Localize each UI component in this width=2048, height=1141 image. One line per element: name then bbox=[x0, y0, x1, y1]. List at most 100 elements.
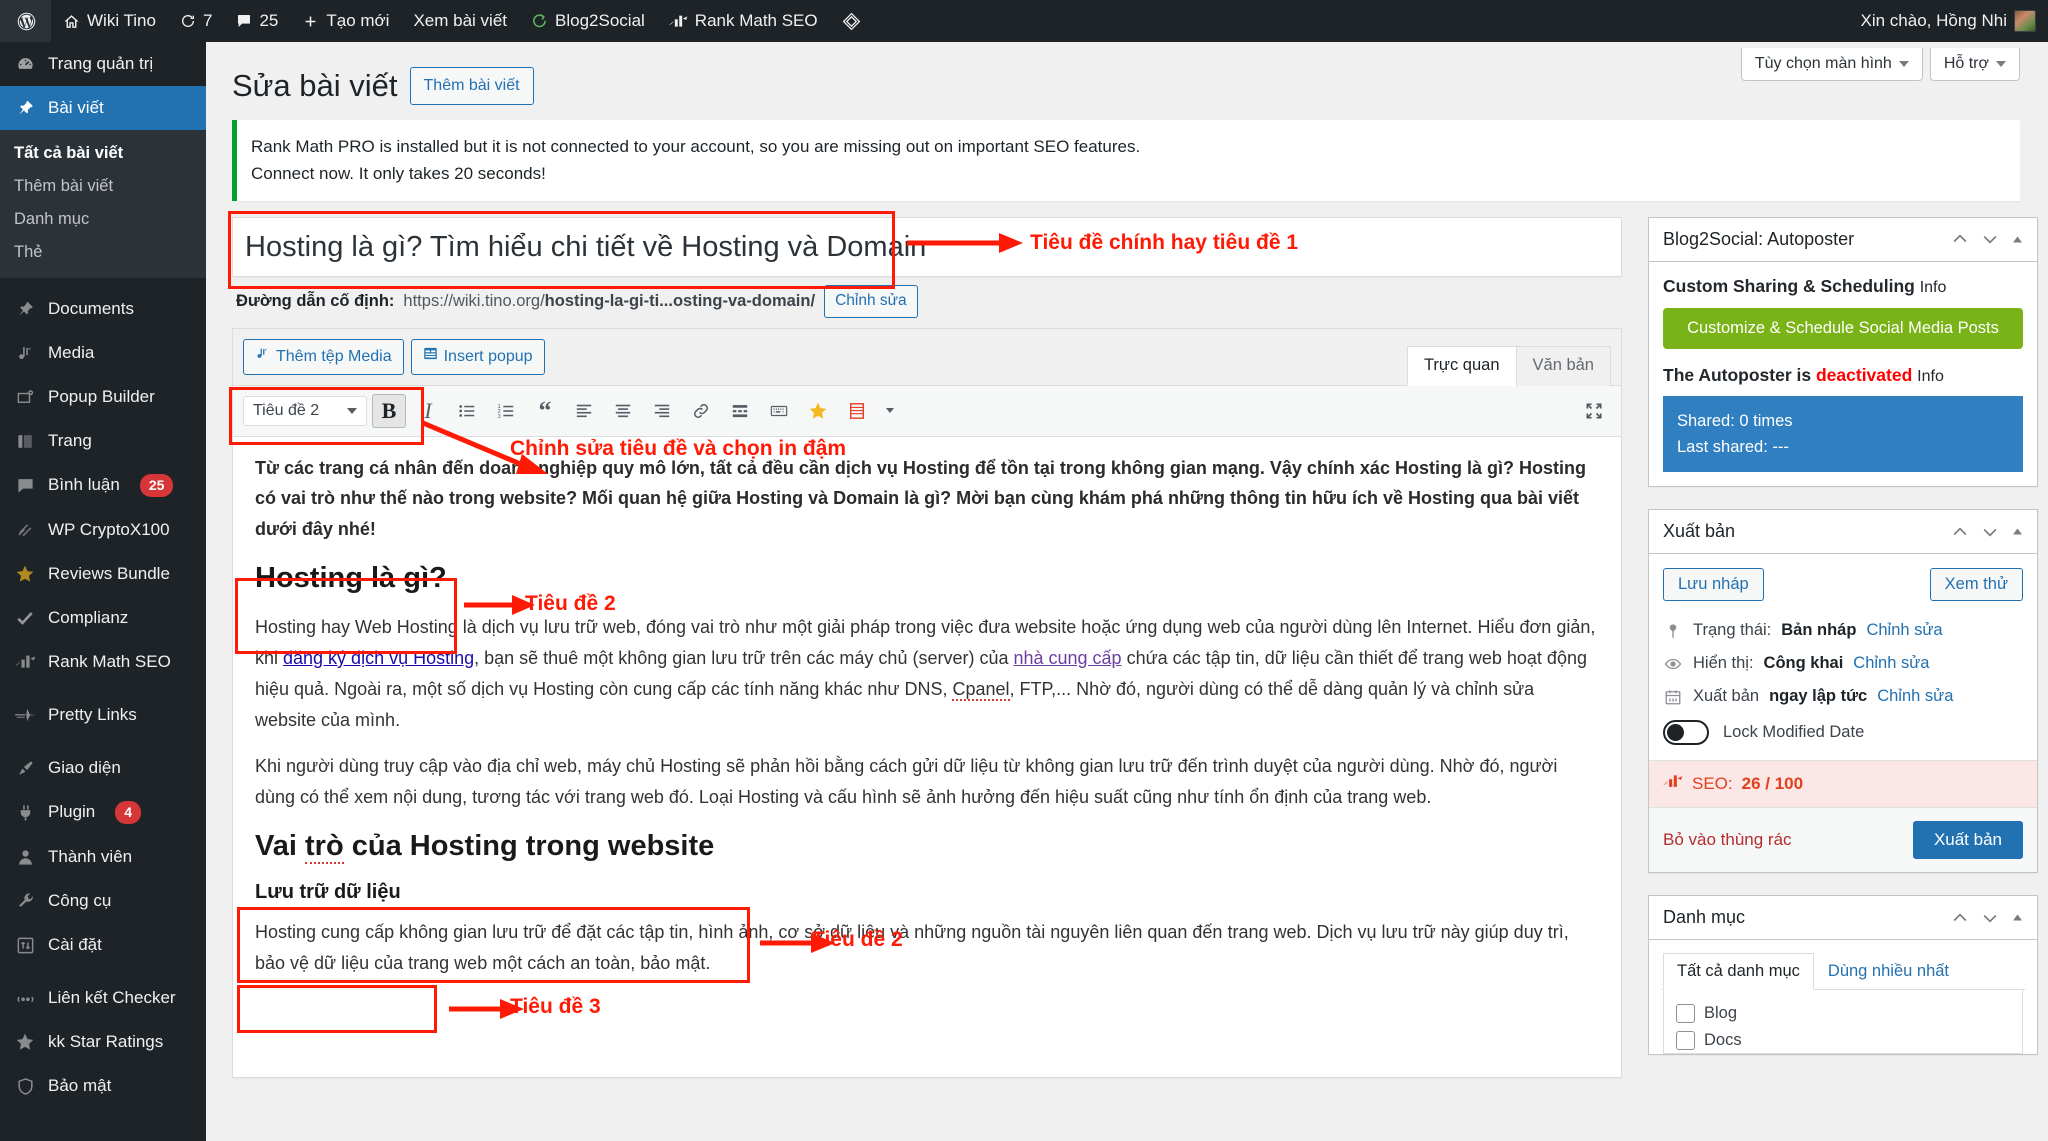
edit-visibility-link[interactable]: Chỉnh sửa bbox=[1853, 654, 1929, 673]
editor-toolbar: Tiêu đề 2 B I 123 “ bbox=[233, 385, 1621, 437]
editor-content-area[interactable]: Từ các trang cá nhân đến doanh nghiệp qu… bbox=[233, 436, 1621, 1077]
category-label: Blog bbox=[1704, 1004, 1738, 1023]
fullscreen-icon[interactable] bbox=[1577, 394, 1611, 428]
add-media-button[interactable]: Thêm tệp Media bbox=[243, 338, 404, 375]
ab-my-account[interactable]: Xin chào, Hồng Nhi bbox=[1849, 0, 2048, 42]
sidebar-item-pretty-links[interactable]: Pretty Links bbox=[0, 693, 206, 737]
move-up-icon[interactable] bbox=[1950, 522, 1970, 542]
sidebar-item-link-checker[interactable]: Liên kết Checker bbox=[0, 976, 206, 1020]
sidebar-item-label: Trang bbox=[48, 430, 92, 450]
sidebar-item-pages[interactable]: Trang bbox=[0, 419, 206, 463]
ab-comments[interactable]: 25 bbox=[224, 0, 290, 42]
sidebar-item-complianz[interactable]: Complianz bbox=[0, 596, 206, 640]
sidebar-item-documents[interactable]: Documents bbox=[0, 287, 206, 331]
post-status-value: Bản nháp bbox=[1781, 621, 1857, 640]
link-nha-cung-cap[interactable]: nhà cung cấp bbox=[1013, 648, 1121, 668]
sidebar-item-kk-star-ratings[interactable]: kk Star Ratings bbox=[0, 1020, 206, 1064]
ab-site-name[interactable]: Wiki Tino bbox=[51, 0, 168, 42]
sidebar-subitem-all-posts[interactable]: Tất cả bài viết bbox=[0, 137, 206, 170]
wrench-icon bbox=[14, 890, 36, 912]
italic-icon[interactable]: I bbox=[411, 394, 445, 428]
more-tag-icon[interactable] bbox=[723, 394, 757, 428]
blockquote-icon[interactable]: “ bbox=[528, 394, 562, 428]
sidebar-item-wp-cryptox100[interactable]: WP CryptoX100 bbox=[0, 508, 206, 552]
align-right-icon[interactable] bbox=[645, 394, 679, 428]
sidebar-item-popup-builder[interactable]: Popup Builder bbox=[0, 375, 206, 419]
sidebar-item-rank-math-seo[interactable]: Rank Math SEO bbox=[0, 640, 206, 684]
preview-button[interactable]: Xem thử bbox=[1929, 568, 2023, 602]
publish-button[interactable]: Xuất bản bbox=[1912, 821, 2023, 860]
edit-status-link[interactable]: Chỉnh sửa bbox=[1866, 621, 1942, 640]
sidebar-item-appearance[interactable]: Giao diện bbox=[0, 746, 206, 790]
edit-permalink-button[interactable]: Chỉnh sửa bbox=[824, 284, 918, 318]
bold-icon[interactable]: B bbox=[372, 393, 406, 428]
autoposter-info-link[interactable]: Info bbox=[1917, 368, 1944, 385]
move-down-icon[interactable] bbox=[1980, 908, 2000, 928]
sidebar-item-comments[interactable]: Bình luận 25 bbox=[0, 463, 206, 508]
list-item[interactable]: Docs bbox=[1676, 1027, 2010, 1053]
sidebar-subitem-tags[interactable]: Thẻ bbox=[0, 236, 206, 269]
sidebar-subitem-categories[interactable]: Danh mục bbox=[0, 203, 206, 236]
table-icon[interactable] bbox=[840, 394, 874, 428]
category-checkbox[interactable] bbox=[1676, 1031, 1695, 1051]
tab-text[interactable]: Văn bản bbox=[1515, 345, 1611, 386]
sidebar-item-security[interactable]: Bảo mật bbox=[0, 1064, 206, 1108]
sidebar-item-settings[interactable]: Cài đặt bbox=[0, 923, 206, 967]
permalink-url[interactable]: https://wiki.tino.org/hosting-la-gi-ti..… bbox=[403, 288, 815, 314]
sidebar-item-reviews-bundle[interactable]: Reviews Bundle bbox=[0, 552, 206, 596]
sidebar-subitem-add-post[interactable]: Thêm bài viết bbox=[0, 170, 206, 203]
align-center-icon[interactable] bbox=[606, 394, 640, 428]
sidebar-item-users[interactable]: Thành viên bbox=[0, 835, 206, 879]
sidebar-item-posts[interactable]: Bài viết bbox=[0, 86, 206, 130]
ab-diamond[interactable] bbox=[830, 0, 873, 42]
toolbar-toggle-icon[interactable] bbox=[879, 394, 899, 428]
toggle-panel-icon[interactable] bbox=[2010, 524, 2025, 539]
link-icon[interactable] bbox=[684, 394, 718, 428]
autoposter-status-prefix: The Autoposter is bbox=[1663, 364, 1816, 385]
sidebar-item-media[interactable]: Media bbox=[0, 331, 206, 375]
category-checkbox[interactable] bbox=[1676, 1004, 1695, 1024]
toggle-panel-icon[interactable] bbox=[2010, 232, 2025, 247]
tab-visual[interactable]: Trực quan bbox=[1406, 345, 1517, 386]
custom-sharing-info-link[interactable]: Info bbox=[1920, 279, 1947, 296]
sidebar-item-label: Bảo mật bbox=[48, 1075, 112, 1095]
category-label: Docs bbox=[1704, 1031, 1742, 1050]
format-select[interactable]: Tiêu đề 2 bbox=[243, 395, 367, 426]
ab-view-post[interactable]: Xem bài viết bbox=[401, 0, 519, 42]
move-down-icon[interactable] bbox=[1980, 522, 2000, 542]
move-to-trash-link[interactable]: Bỏ vào thùng rác bbox=[1663, 830, 1792, 850]
admin-sidebar-menu: Trang quản trị Bài viết Tất cả bài viết … bbox=[0, 42, 206, 1141]
edit-schedule-link[interactable]: Chỉnh sửa bbox=[1877, 687, 1953, 706]
move-up-icon[interactable] bbox=[1950, 229, 1970, 249]
sidebar-item-dashboard[interactable]: Trang quản trị bbox=[0, 42, 206, 86]
ab-rankmath[interactable]: Rank Math SEO bbox=[657, 0, 830, 42]
post-title-input[interactable] bbox=[233, 217, 1621, 276]
align-left-icon[interactable] bbox=[567, 394, 601, 428]
ab-new-content[interactable]: Tạo mới bbox=[290, 0, 401, 42]
list-item[interactable]: Blog bbox=[1676, 1000, 2010, 1027]
ab-updates[interactable]: 7 bbox=[168, 0, 224, 42]
insert-popup-button[interactable]: Insert popup bbox=[410, 338, 545, 375]
ab-blog2social[interactable]: Blog2Social bbox=[519, 0, 657, 42]
last-shared: Last shared: --- bbox=[1677, 438, 1789, 457]
category-checklist[interactable]: Blog Docs TinoMail bbox=[1663, 990, 2023, 1055]
save-draft-button[interactable]: Lưu nháp bbox=[1663, 568, 1764, 602]
lock-modified-date-toggle[interactable] bbox=[1663, 720, 1709, 746]
bulleted-list-icon[interactable] bbox=[450, 394, 484, 428]
rankmath-icon bbox=[668, 14, 688, 29]
wordpress-logo-button[interactable] bbox=[0, 0, 51, 42]
numbered-list-icon[interactable]: 123 bbox=[489, 394, 523, 428]
chevron-down-icon bbox=[885, 408, 894, 414]
move-down-icon[interactable] bbox=[1980, 229, 2000, 249]
tab-all-categories[interactable]: Tất cả danh mục bbox=[1663, 953, 1814, 991]
sidebar-item-plugins[interactable]: Plugin 4 bbox=[0, 790, 206, 835]
sidebar-item-tools[interactable]: Công cụ bbox=[0, 879, 206, 923]
star-rating-icon[interactable] bbox=[801, 394, 835, 428]
customize-schedule-button[interactable]: Customize & Schedule Social Media Posts bbox=[1663, 307, 2023, 349]
add-new-post-button[interactable]: Thêm bài viết bbox=[409, 67, 534, 105]
move-up-icon[interactable] bbox=[1950, 908, 1970, 928]
tab-most-used[interactable]: Dùng nhiều nhất bbox=[1814, 953, 1963, 990]
keyboard-shortcuts-icon[interactable] bbox=[762, 394, 796, 428]
link-dang-ky-dich-vu-hosting[interactable]: đăng ký dịch vụ Hosting bbox=[283, 648, 474, 668]
toggle-panel-icon[interactable] bbox=[2010, 910, 2025, 925]
